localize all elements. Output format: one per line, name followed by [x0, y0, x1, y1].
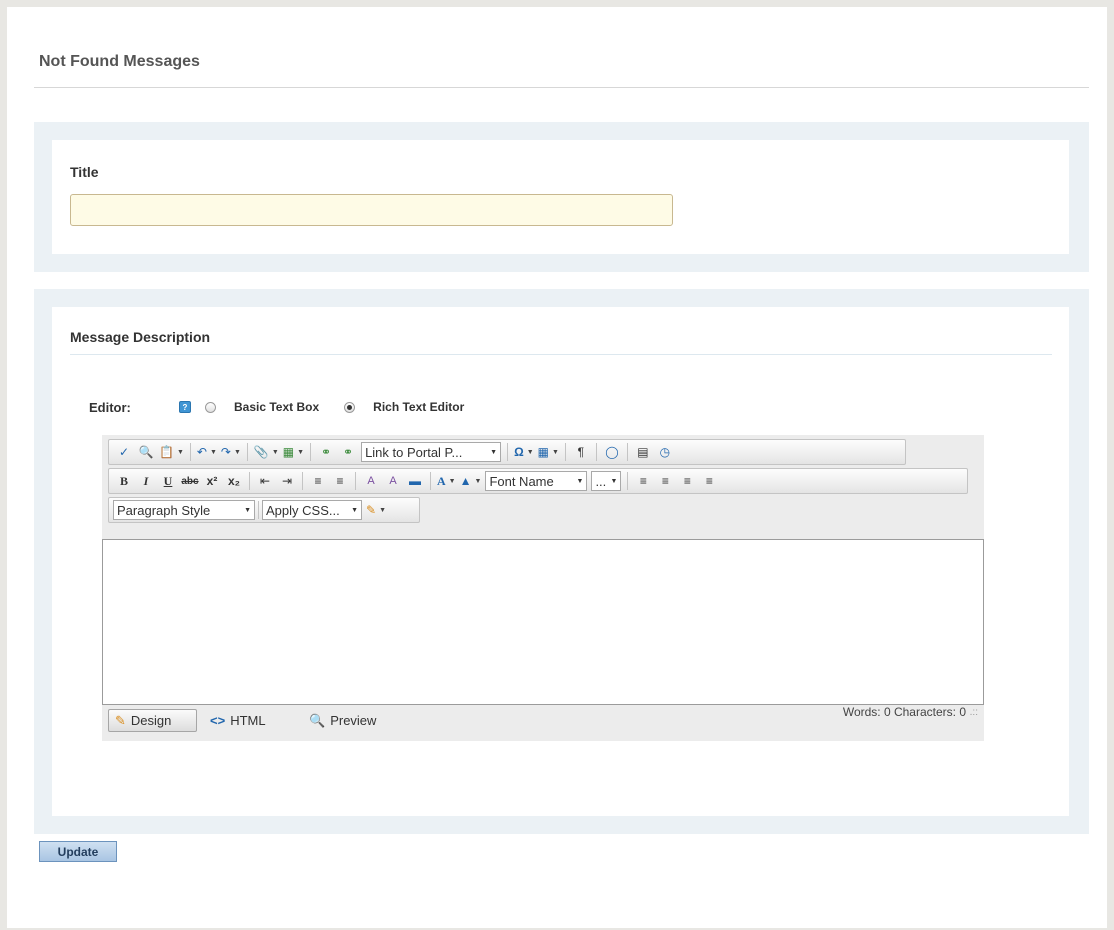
preview-icon: 🔍 [309, 712, 326, 728]
paragraph-style-dropdown[interactable]: Paragraph Style ▼ [113, 500, 255, 520]
insert-time-icon[interactable]: ◷ [654, 442, 676, 462]
italic-icon[interactable]: I [135, 471, 157, 491]
design-mode-button[interactable]: ✎ Design [108, 709, 197, 732]
html-mode-button[interactable]: <> HTML [210, 709, 266, 732]
toolbar-row-1: ✓ 🔍 📋 ▼ ↶ ▼ ↷ ▼ 📎 ▼ ▦ ▼ ⚭ ⚭ Link to Portal P.… [108, 439, 906, 465]
paragraph-mark-icon[interactable]: ¶ [570, 442, 592, 462]
bold-icon[interactable]: B [113, 471, 135, 491]
indent-icon[interactable]: ⇥ [276, 471, 298, 491]
resize-handle-icon[interactable]: .:: [970, 707, 978, 718]
insert-date-icon[interactable]: ▤ [632, 442, 654, 462]
page: Not Found Messages Title Message Descrip… [7, 7, 1107, 928]
html-icon: <> [210, 713, 226, 728]
paste-icon[interactable]: 📋 ▼ [157, 442, 186, 462]
table-icon[interactable]: ▦ ▼ [536, 442, 561, 462]
rich-text-editor: ✓ 🔍 📋 ▼ ↶ ▼ ↷ ▼ 📎 ▼ ▦ ▼ ⚭ ⚭ Link to Portal P.… [102, 435, 984, 741]
format-brush-icon[interactable]: ✎ ▼ [364, 500, 388, 520]
rich-text-editor-radio[interactable] [344, 401, 356, 413]
strikethrough-icon[interactable]: abc [179, 471, 201, 491]
spellcheck-icon[interactable]: ✓ [113, 442, 135, 462]
link-dropdown-value: Link to Portal P... [365, 444, 463, 460]
unlink-icon[interactable]: ⚭ [337, 442, 359, 462]
basic-text-box-radio[interactable] [205, 401, 216, 413]
image-manager-icon[interactable]: ▦ ▼ [281, 442, 306, 462]
apply-css-value: Apply CSS... [266, 502, 340, 518]
align-center-icon[interactable]: ≡ [654, 471, 676, 491]
title-divider [34, 87, 1089, 88]
preview-mode-button[interactable]: 🔍 Preview [309, 709, 376, 732]
preview-label: Preview [330, 713, 377, 728]
design-icon: ✎ [115, 712, 126, 728]
paragraph-style-value: Paragraph Style [117, 502, 211, 518]
apply-css-dropdown[interactable]: Apply CSS... ▼ [262, 500, 362, 520]
rich-text-content-area[interactable] [102, 539, 984, 705]
title-label: Title [70, 164, 99, 180]
subscript-icon[interactable]: x₂ [223, 471, 245, 491]
editor-mode-row: Editor: ? Basic Text Box Rich Text Edito… [89, 397, 489, 417]
toolbar-row-3: Paragraph Style ▼ Apply CSS... ▼ ✎ ▼ [108, 497, 420, 523]
redo-icon[interactable]: ↷ ▼ [219, 442, 243, 462]
highlight-color-icon[interactable]: ▲ ▼ [458, 471, 484, 491]
special-characters-icon[interactable]: Ω ▼ [512, 442, 536, 462]
editor-mode-label: Editor: [89, 399, 131, 415]
design-label: Design [130, 713, 172, 728]
align-left-icon[interactable]: ≡ [632, 471, 654, 491]
basic-text-box-label[interactable]: Basic Text Box [234, 400, 319, 414]
page-title: Not Found Messages [39, 53, 200, 70]
find-replace-icon[interactable]: 🔍 [135, 442, 157, 462]
insert-form-icon[interactable]: ◯ [601, 442, 623, 462]
title-input[interactable] [70, 194, 673, 226]
font-size-value: ... [595, 473, 607, 489]
update-button[interactable]: Update [39, 841, 117, 862]
link-to-portal-page-dropdown[interactable]: Link to Portal P... ▼ [361, 442, 502, 462]
help-icon[interactable]: ? [179, 401, 191, 413]
bulleted-list-icon[interactable]: ≡ [329, 471, 351, 491]
justify-icon[interactable]: ≡ [698, 471, 720, 491]
numbered-list-icon[interactable]: ≡ [307, 471, 329, 491]
word-character-counter: Words: 0 Characters: 0 [842, 705, 966, 719]
horizontal-rule-icon[interactable]: ▬ [404, 471, 426, 491]
description-divider [70, 354, 1052, 355]
outdent-icon[interactable]: ⇤ [254, 471, 276, 491]
font-name-dropdown[interactable]: Font Name ▼ [485, 471, 588, 491]
rich-text-editor-label[interactable]: Rich Text Editor [373, 400, 464, 414]
align-right-icon[interactable]: ≡ [676, 471, 698, 491]
font-size-dropdown[interactable]: ... ▼ [591, 471, 622, 491]
html-label: HTML [230, 713, 266, 728]
hyperlink-icon[interactable]: 📎 ▼ [252, 442, 281, 462]
format-stripper-icon[interactable]: A [360, 471, 382, 491]
superscript-icon[interactable]: x² [201, 471, 223, 491]
underline-icon[interactable]: U [157, 471, 179, 491]
convert-case-icon[interactable]: A [382, 471, 404, 491]
link-icon[interactable]: ⚭ [315, 442, 337, 462]
undo-icon[interactable]: ↶ ▼ [195, 442, 219, 462]
toolbar-row-2: B I U abc x² x₂ ⇤ ⇥ ≡ ≡ A A ▬ A ▼ ▲ ▼ Font… [108, 468, 968, 494]
font-color-icon[interactable]: A ▼ [435, 471, 458, 491]
description-label: Message Description [70, 329, 211, 345]
font-name-value: Font Name [489, 473, 554, 489]
